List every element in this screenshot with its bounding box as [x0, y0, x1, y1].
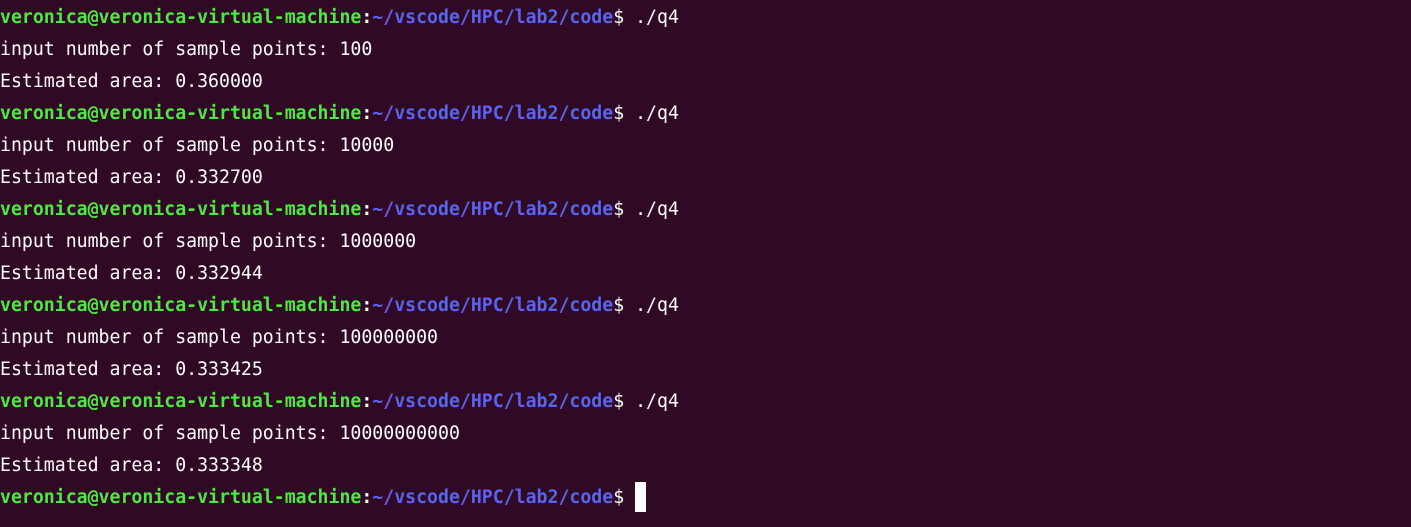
- prompt-path: ~/vscode/HPC/lab2/code: [372, 391, 614, 412]
- prompt-user-host: veronica@veronica-virtual-machine: [0, 199, 362, 220]
- prompt-path: ~/vscode/HPC/lab2/code: [372, 7, 614, 28]
- prompt-path: ~/vscode/HPC/lab2/code: [372, 103, 614, 124]
- prompt-path: ~/vscode/HPC/lab2/code: [372, 199, 614, 220]
- prompt-symbol: $: [613, 391, 625, 412]
- prompt-separator: :: [361, 391, 373, 412]
- output-line: Estimated area: 0.332944: [0, 263, 263, 284]
- prompt-path: ~/vscode/HPC/lab2/code: [372, 487, 614, 508]
- prompt-separator: :: [361, 295, 373, 316]
- prompt-user-host: veronica@veronica-virtual-machine: [0, 7, 362, 28]
- output-line: input number of sample points: 100000000…: [0, 423, 460, 444]
- terminal-window[interactable]: veronica@veronica-virtual-machine:~/vsco…: [0, 0, 1411, 527]
- prompt-symbol: $: [613, 295, 625, 316]
- prompt-user-host: veronica@veronica-virtual-machine: [0, 295, 362, 316]
- output-line: input number of sample points: 1000000: [0, 231, 417, 252]
- prompt-path: ~/vscode/HPC/lab2/code: [372, 295, 614, 316]
- text-cursor: [635, 482, 647, 512]
- prompt-user-host: veronica@veronica-virtual-machine: [0, 103, 362, 124]
- command-text: ./q4: [624, 7, 679, 28]
- prompt-line: veronica@veronica-virtual-machine:~/vsco…: [0, 386, 679, 418]
- command-text: ./q4: [624, 103, 679, 124]
- prompt-line: veronica@veronica-virtual-machine:~/vsco…: [0, 290, 679, 322]
- output-line: Estimated area: 0.333425: [0, 359, 263, 380]
- prompt-separator: :: [361, 103, 373, 124]
- output-line: Estimated area: 0.333348: [0, 455, 263, 476]
- prompt-symbol: $: [613, 487, 625, 508]
- output-line: Estimated area: 0.332700: [0, 167, 263, 188]
- prompt-line: veronica@veronica-virtual-machine:~/vsco…: [0, 98, 679, 130]
- prompt-line: veronica@veronica-virtual-machine:~/vsco…: [0, 194, 679, 226]
- command-text: ./q4: [624, 295, 679, 316]
- output-line: input number of sample points: 100: [0, 39, 373, 60]
- output-line: Estimated area: 0.360000: [0, 71, 263, 92]
- prompt-separator: :: [361, 487, 373, 508]
- prompt-line: veronica@veronica-virtual-machine:~/vsco…: [0, 2, 679, 34]
- command-input[interactable]: [624, 487, 635, 508]
- prompt-symbol: $: [613, 103, 625, 124]
- output-line: input number of sample points: 100000000: [0, 327, 438, 348]
- prompt-symbol: $: [613, 199, 625, 220]
- prompt-separator: :: [361, 199, 373, 220]
- command-text: ./q4: [624, 199, 679, 220]
- active-prompt-line[interactable]: veronica@veronica-virtual-machine:~/vsco…: [0, 482, 647, 514]
- prompt-separator: :: [361, 7, 373, 28]
- command-text: ./q4: [624, 391, 679, 412]
- prompt-user-host: veronica@veronica-virtual-machine: [0, 487, 362, 508]
- prompt-symbol: $: [613, 7, 625, 28]
- output-line: input number of sample points: 10000: [0, 135, 395, 156]
- prompt-user-host: veronica@veronica-virtual-machine: [0, 391, 362, 412]
